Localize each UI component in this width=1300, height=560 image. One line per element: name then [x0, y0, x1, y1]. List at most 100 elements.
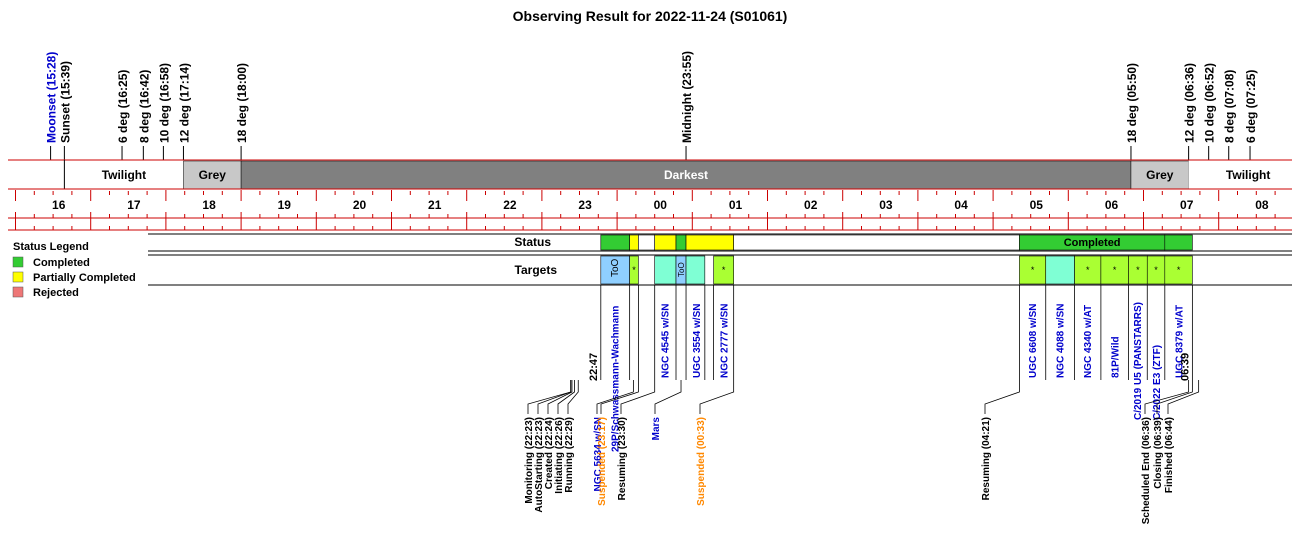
legend-label: Rejected	[33, 287, 79, 299]
status-segment	[1164, 234, 1193, 251]
target-block	[1045, 255, 1075, 285]
event-label: Suspended (00:33)	[696, 417, 707, 506]
top-event-label: 10 deg (16:58)	[157, 63, 171, 143]
target-name: 81P/Wild	[1111, 336, 1122, 378]
time-marker-label: 22:47	[588, 353, 600, 381]
hour-tick-label: 02	[804, 198, 818, 212]
event-leader-line	[527, 380, 572, 414]
target-block-mark: *	[632, 265, 636, 275]
bottom-event-markers: Monitoring (22:23) AutoStarting (22:23) Cr…	[524, 380, 1200, 524]
status-segment	[675, 234, 687, 251]
top-event-label: Moonset (15:28)	[45, 52, 59, 143]
chart-title: Observing Result for 2022-11-24 (S01061)	[513, 8, 788, 24]
hour-tick-label: 21	[428, 198, 442, 212]
hour-tick-label: 20	[353, 198, 367, 212]
top-event-label: Midnight (23:55)	[680, 51, 694, 143]
target-name: UGC 3554 w/SN	[692, 304, 703, 378]
observing-timeline-chart: Observing Result for 2022-11-24 (S01061)…	[8, 8, 1300, 524]
status-segment	[638, 234, 656, 251]
target-name: NGC 4545 w/SN	[661, 304, 672, 378]
top-event-label: 8 deg (07:08)	[1223, 70, 1237, 143]
hour-tick-label: 17	[127, 198, 141, 212]
target-block-mark: ToO	[677, 262, 686, 277]
top-event-label: 6 deg (07:25)	[1244, 70, 1258, 143]
event-leader-line	[567, 380, 579, 414]
status-segment	[600, 234, 630, 251]
period-label: Twilight	[102, 168, 146, 182]
legend-label: Completed	[33, 257, 90, 269]
hour-tick-label: 05	[1030, 198, 1044, 212]
event-label: Mars	[651, 417, 662, 441]
hour-tick-label: 18	[202, 198, 216, 212]
target-name: NGC 4340 w/AT	[1083, 305, 1094, 378]
hour-tick-label: 08	[1255, 198, 1269, 212]
event-label: Finished (06:44)	[1164, 417, 1175, 493]
period-label: Grey	[1146, 168, 1174, 182]
hour-tick-label: 01	[729, 198, 743, 212]
hour-tick-label: 07	[1180, 198, 1194, 212]
event-leader-line	[984, 380, 1020, 414]
legend-label: Partially Completed	[33, 272, 136, 284]
top-event-label: 18 deg (18:00)	[235, 63, 249, 143]
period-label: Twilight	[1226, 168, 1270, 182]
legend-swatch	[12, 256, 24, 268]
event-leader-line	[699, 380, 735, 414]
period-label: Grey	[199, 168, 227, 182]
target-block-mark: *	[1031, 265, 1035, 275]
top-event-label: 18 deg (05:50)	[1125, 63, 1139, 143]
event-label: Resuming (04:21)	[981, 417, 992, 500]
target-block-mark: *	[1136, 265, 1140, 275]
sky-period-band: Twilight Grey Darkest Grey Twilight	[8, 159, 1300, 190]
hour-axis: 16 17 18 19 20 21 22 23 00 01 02 03 04 05 06 07 08	[8, 190, 1292, 231]
event-label: Resuming (23:30)	[617, 417, 628, 500]
target-block-mark: *	[1177, 265, 1181, 275]
top-event-label: 10 deg (06:52)	[1203, 63, 1217, 143]
status-legend: Status Legend Completed Partially Complete…	[12, 241, 136, 299]
hour-tick-label: 04	[954, 198, 968, 212]
target-name: C/2019 U5 (PANSTARRS)	[1133, 302, 1144, 420]
legend-title: Status Legend	[13, 241, 89, 253]
target-name: UGC 6608 w/SN	[1028, 304, 1039, 378]
target-block-mark: *	[1154, 265, 1158, 275]
hour-tick-label: 19	[278, 198, 292, 212]
legend-swatch	[12, 271, 24, 283]
target-block-mark: *	[722, 265, 726, 275]
hour-tick-label: 16	[52, 198, 66, 212]
target-block	[685, 255, 706, 285]
target-name: NGC 4088 w/SN	[1056, 304, 1067, 378]
status-segment	[685, 234, 734, 251]
time-marker-label: 06:39	[1179, 353, 1191, 381]
status-segment	[654, 234, 677, 251]
event-leader-line	[620, 380, 656, 414]
top-event-label: 6 deg (16:25)	[116, 70, 130, 143]
targets-row-label: Targets	[515, 263, 558, 277]
event-label: Closing (06:39)	[1153, 417, 1164, 489]
top-event-label: 8 deg (16:42)	[137, 70, 151, 143]
period-label: Darkest	[664, 168, 708, 182]
top-event-label: 12 deg (06:36)	[1183, 63, 1197, 143]
top-event-markers: Moonset (15:28) Sunset (15:39) 6 deg (16:2…	[45, 51, 1258, 160]
target-name: NGC 2777 w/SN	[720, 304, 731, 378]
status-row: Status Completed	[148, 233, 1292, 252]
event-label: Scheduled End (06:36)	[1141, 417, 1152, 524]
event-leader-line	[654, 380, 682, 414]
hour-tick-label: 23	[578, 198, 592, 212]
legend-swatch	[12, 286, 24, 298]
hour-tick-label: 22	[503, 198, 517, 212]
event-leader-line	[1167, 380, 1200, 414]
event-label: Running (22:29)	[564, 417, 575, 493]
hour-tick-label: 06	[1105, 198, 1119, 212]
target-block-mark: *	[1113, 265, 1117, 275]
status-segment	[733, 234, 1020, 251]
top-event-label: Sunset (15:39)	[58, 61, 72, 143]
target-name: C/2022 E3 (ZTF)	[1152, 345, 1163, 420]
status-segment	[629, 234, 639, 251]
target-block-mark: *	[1086, 265, 1090, 275]
event-label: Suspended (23:17)	[597, 417, 608, 506]
target-block-mark: ToO	[610, 258, 621, 277]
hour-tick-label: 00	[654, 198, 668, 212]
status-row-label: Status	[514, 235, 551, 249]
target-block	[654, 255, 677, 285]
hour-tick-label: 03	[879, 198, 893, 212]
top-event-label: 12 deg (17:14)	[177, 63, 191, 143]
